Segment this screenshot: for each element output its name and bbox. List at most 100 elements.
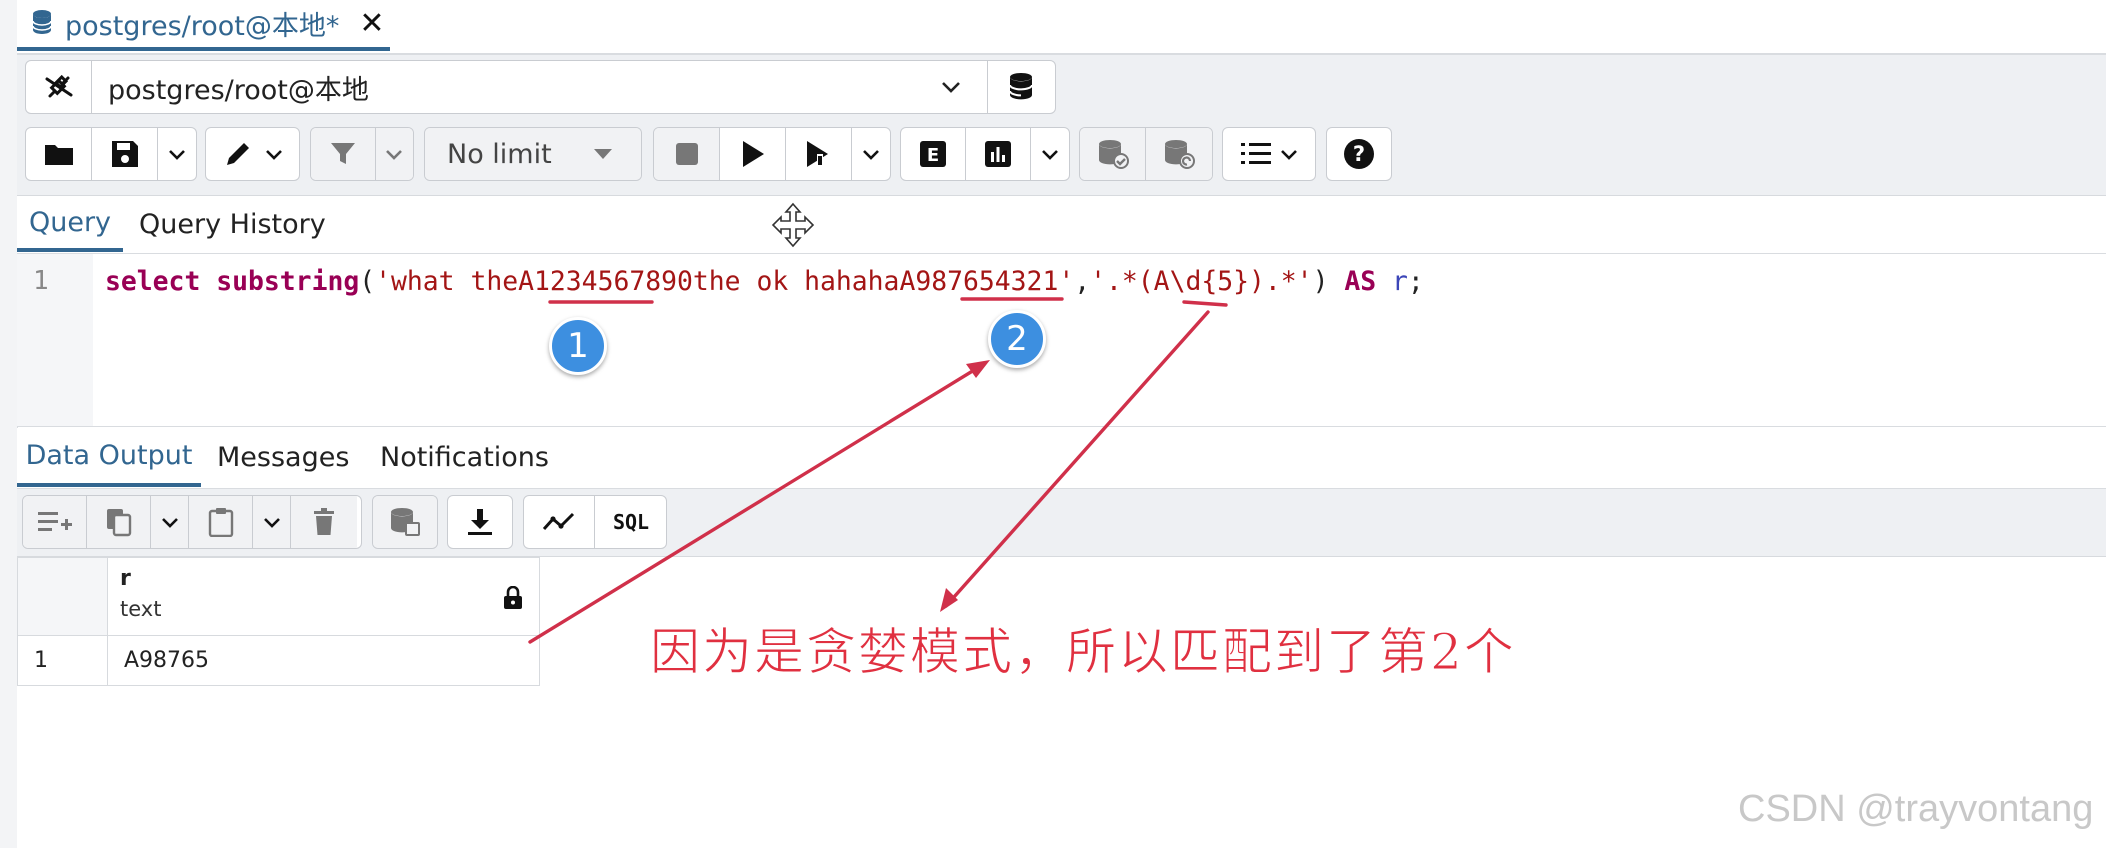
- save-data-changes-button[interactable]: [373, 496, 437, 548]
- caret-down-icon: [593, 148, 613, 160]
- file-group: [25, 127, 197, 181]
- download-button[interactable]: [448, 496, 512, 548]
- tab-label: postgres/root@本地*: [65, 11, 340, 42]
- code-line[interactable]: select substring('what theA1234567890the…: [105, 266, 1424, 297]
- folder-icon: [44, 142, 74, 166]
- execute-script-button[interactable]: [786, 128, 852, 180]
- macros-button[interactable]: [1223, 128, 1315, 180]
- svg-text:SQL: SQL: [612, 510, 648, 534]
- chevron-down-icon: [941, 81, 961, 93]
- keyword-as: AS: [1344, 266, 1377, 297]
- connection-select-value: postgres/root@本地: [108, 74, 369, 106]
- help-icon: ?: [1343, 138, 1375, 170]
- execute-options-dropdown[interactable]: [852, 128, 890, 180]
- numbered-list-icon: [1240, 141, 1272, 167]
- query-tabs: Query Query History: [17, 196, 2106, 254]
- row-limit-value: No limit: [447, 138, 552, 170]
- row-edit-group: [22, 495, 362, 549]
- execute-button[interactable]: [720, 128, 786, 180]
- row-number[interactable]: 1: [17, 635, 108, 686]
- annotation-badge-1: 1: [549, 317, 607, 375]
- paste-button[interactable]: [189, 496, 253, 548]
- chevron-down-icon: [862, 149, 880, 160]
- filter-icon: [329, 140, 357, 168]
- tab-query-history[interactable]: Query History: [139, 196, 326, 252]
- explain-analyze-button[interactable]: [966, 128, 1032, 180]
- column-header[interactable]: r text: [107, 557, 540, 636]
- grid-header-row: r text: [17, 557, 540, 636]
- function-substring: substring: [216, 266, 360, 297]
- close-tab-icon[interactable]: ✕: [359, 8, 384, 39]
- play-script-icon: [805, 140, 833, 168]
- data-grid: r text 1 A98765: [17, 557, 540, 686]
- tab-messages-label: Messages: [217, 442, 350, 473]
- lock-icon: [503, 585, 523, 616]
- code-comma: ,: [1074, 266, 1091, 297]
- query-tool-tab[interactable]: postgres/root@本地* ✕: [17, 0, 390, 51]
- chevron-down-icon: [265, 149, 283, 160]
- graph-visualiser-button[interactable]: [524, 496, 595, 548]
- watermark: CSDN @trayvontang: [1738, 788, 2094, 830]
- code-paren-close: ): [1312, 266, 1329, 297]
- rollback-button[interactable]: [1146, 128, 1212, 180]
- tab-notifications[interactable]: Notifications: [380, 428, 549, 487]
- add-row-button[interactable]: [23, 496, 87, 548]
- row-limit-select[interactable]: No limit: [424, 127, 642, 181]
- column-name: r: [120, 566, 131, 591]
- sql-icon: SQL: [608, 509, 654, 535]
- tab-data-output[interactable]: Data Output: [17, 428, 201, 487]
- explain-button[interactable]: E: [901, 128, 967, 180]
- delete-row-button[interactable]: [291, 496, 357, 548]
- filter-options-dropdown[interactable]: [375, 128, 413, 180]
- move-cursor-icon: [769, 202, 817, 252]
- edit-group: [205, 127, 300, 181]
- view-sql-button[interactable]: SQL: [595, 496, 666, 548]
- line-chart-icon: [542, 511, 576, 533]
- copy-button[interactable]: [87, 496, 151, 548]
- save-options-dropdown[interactable]: [158, 128, 196, 180]
- save-file-button[interactable]: [92, 128, 158, 180]
- tab-query-label: Query: [28, 206, 112, 238]
- editor-gutter: [17, 254, 93, 426]
- save-icon: [111, 140, 139, 168]
- keyword-select: select: [105, 266, 201, 297]
- copy-options-dropdown[interactable]: [151, 496, 189, 548]
- table-row: 1 A98765: [17, 635, 540, 686]
- macros-group: [1222, 127, 1316, 181]
- transaction-group: [1079, 127, 1213, 181]
- new-connection-button[interactable]: [988, 61, 1055, 113]
- add-row-icon: [37, 509, 73, 535]
- paste-options-dropdown[interactable]: [253, 496, 291, 548]
- explain-options-dropdown[interactable]: [1031, 128, 1069, 180]
- connection-status-button[interactable]: [26, 61, 92, 113]
- string-literal-pattern: '.*(A\d{5}).*': [1090, 266, 1313, 297]
- database-icon: [31, 9, 53, 39]
- connection-bar: postgres/root@本地: [25, 60, 1056, 114]
- database-check-icon: [1097, 139, 1129, 169]
- commit-button[interactable]: [1080, 128, 1146, 180]
- tab-query[interactable]: Query: [17, 196, 123, 252]
- left-rail: [0, 0, 18, 848]
- row-limit-control[interactable]: No limit: [425, 128, 641, 180]
- row-number-header: [17, 557, 108, 636]
- edit-menu-button[interactable]: [206, 128, 299, 180]
- tab-notifications-label: Notifications: [380, 442, 549, 473]
- stop-button[interactable]: [654, 128, 720, 180]
- chevron-down-icon: [385, 149, 403, 160]
- graph-sql-group: SQL: [523, 495, 667, 549]
- table-cell[interactable]: A98765: [107, 635, 540, 686]
- column-type: text: [120, 597, 162, 621]
- open-file-button[interactable]: [26, 128, 92, 180]
- copy-icon: [105, 507, 133, 537]
- tab-messages[interactable]: Messages: [217, 428, 349, 487]
- alias-r: r: [1392, 266, 1408, 297]
- connection-select[interactable]: postgres/root@本地: [92, 61, 988, 113]
- code-paren-open: (: [359, 266, 376, 297]
- string-literal-source: 'what theA1234567890the ok hahahaA987654…: [375, 266, 1075, 297]
- help-button[interactable]: ?: [1327, 128, 1391, 180]
- filter-button[interactable]: [311, 128, 376, 180]
- chevron-down-icon: [1041, 149, 1059, 160]
